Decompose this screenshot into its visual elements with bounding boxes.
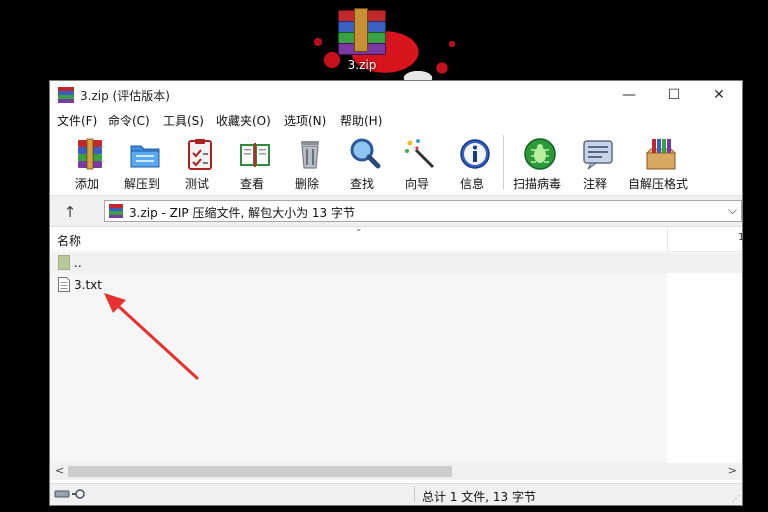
parent-folder-icon xyxy=(58,255,70,270)
menu-options[interactable]: 选项(N) xyxy=(284,112,326,129)
info-label: 信息 xyxy=(459,177,484,191)
extract-to-icon xyxy=(130,145,160,168)
winrar-window: 3.zip (评估版本) — ☐ ✕ 文件(F) 命令(C) 工具(S) 收藏夹… xyxy=(49,80,744,506)
winrar-archive-desktop-icon[interactable] xyxy=(334,8,390,55)
archive-icon xyxy=(109,204,123,218)
text-file-icon xyxy=(58,277,70,292)
file-list: 名称 ⌄ 1 .. 3.txt xyxy=(50,224,744,463)
test-icon xyxy=(188,139,212,170)
column-name-header[interactable]: 名称 xyxy=(57,232,81,249)
comment-label: 注释 xyxy=(582,177,607,191)
menu-tools[interactable]: 工具(S) xyxy=(163,112,204,129)
toolbar: 添加 解压到 测试 查看 删除 查找 向导 信息 扫描病毒 注释 自解压格式 xyxy=(50,131,742,195)
delete-button[interactable]: 删除 xyxy=(279,135,335,193)
list-item-file[interactable]: 3.txt xyxy=(50,275,742,295)
sfx-label: 自解压格式 xyxy=(627,177,688,191)
column-next-header[interactable]: 1 xyxy=(738,232,744,243)
find-button[interactable]: 查找 xyxy=(334,135,390,193)
file-name: .. xyxy=(74,256,82,270)
scroll-right-icon[interactable]: > xyxy=(728,464,737,477)
test-button[interactable]: 测试 xyxy=(169,135,225,193)
archive-strap xyxy=(354,8,368,52)
address-field[interactable]: 3.zip - ZIP 压缩文件, 解包大小为 13 字节 ⌵ xyxy=(104,200,742,222)
virus-scan-icon xyxy=(524,138,556,170)
list-item-parent-folder[interactable]: .. xyxy=(50,253,742,273)
find-icon xyxy=(350,138,381,169)
column-header: 名称 ⌄ 1 xyxy=(50,224,744,252)
sort-indicator-icon: ⌄ xyxy=(355,224,363,234)
maximize-button[interactable]: ☐ xyxy=(651,81,697,109)
title-bar[interactable]: 3.zip (评估版本) — ☐ ✕ xyxy=(50,81,742,109)
desktop-icon-label[interactable]: 3.zip xyxy=(334,58,390,72)
horizontal-scrollbar[interactable]: < > xyxy=(50,463,742,480)
scrollbar-thumb[interactable] xyxy=(68,466,452,477)
view-icon xyxy=(240,143,270,167)
virus-scan-button[interactable]: 扫描病毒 xyxy=(509,135,565,193)
menu-help[interactable]: 帮助(H) xyxy=(340,112,382,129)
drive-status-icon xyxy=(54,489,85,499)
info-button[interactable]: 信息 xyxy=(444,135,500,193)
comment-icon xyxy=(583,140,613,170)
comment-button[interactable]: 注释 xyxy=(567,135,623,193)
menu-file[interactable]: 文件(F) xyxy=(57,112,97,129)
up-arrow-icon[interactable]: ↑ xyxy=(60,202,80,222)
window-title: 3.zip (评估版本) xyxy=(80,89,170,103)
minimize-button[interactable]: — xyxy=(606,81,652,109)
menu-bar: 文件(F) 命令(C) 工具(S) 收藏夹(O) 选项(N) 帮助(H) xyxy=(50,109,742,131)
view-button[interactable]: 查看 xyxy=(224,135,280,193)
menu-commands[interactable]: 命令(C) xyxy=(108,112,150,129)
winrar-app-icon xyxy=(58,87,74,103)
status-separator xyxy=(414,486,415,502)
sfx-button[interactable]: 自解压格式 xyxy=(628,135,688,193)
delete-icon xyxy=(301,141,319,169)
add-archive-icon xyxy=(78,138,102,170)
add-button[interactable]: 添加 xyxy=(59,135,115,193)
scroll-left-icon[interactable]: < xyxy=(55,464,64,477)
wizard-icon xyxy=(405,139,435,169)
address-bar: ↑ 3.zip - ZIP 压缩文件, 解包大小为 13 字节 ⌵ xyxy=(50,195,742,227)
file-name: 3.txt xyxy=(74,278,102,292)
chevron-down-icon[interactable]: ⌵ xyxy=(728,203,737,218)
address-text: 3.zip - ZIP 压缩文件, 解包大小为 13 字节 xyxy=(129,206,355,220)
column-divider[interactable] xyxy=(667,227,668,251)
extract-to-button[interactable]: 解压到 xyxy=(114,135,170,193)
info-icon xyxy=(460,139,490,169)
close-button[interactable]: ✕ xyxy=(696,81,742,109)
status-bar: 总计 1 文件, 13 字节 ⋰ xyxy=(50,483,742,505)
resize-grip-icon[interactable]: ⋰ xyxy=(732,495,740,503)
status-summary: 总计 1 文件, 13 字节 xyxy=(422,490,536,504)
sfx-icon xyxy=(645,139,677,170)
wizard-button[interactable]: 向导 xyxy=(389,135,445,193)
menu-favorites[interactable]: 收藏夹(O) xyxy=(216,112,271,129)
